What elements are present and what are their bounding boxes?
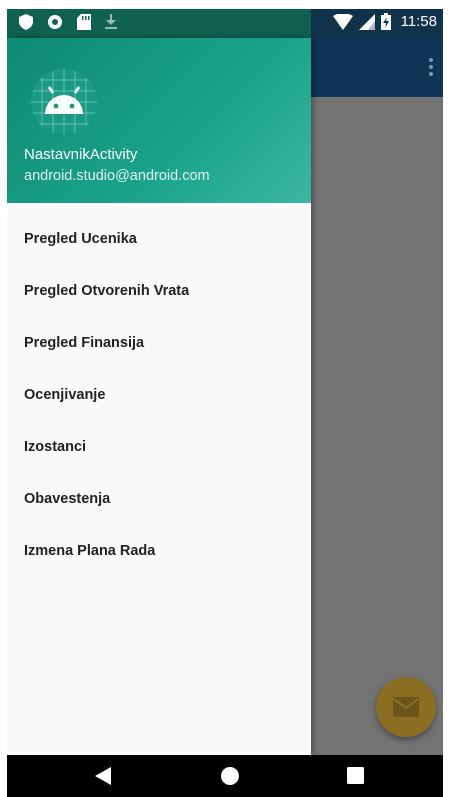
navigation-drawer: NastavnikActivity android.studio@android… [7, 38, 311, 755]
status-time: 11:58 [400, 13, 437, 30]
signal-icon [358, 13, 375, 30]
navigation-bar [7, 755, 443, 797]
drawer-header: NastavnikActivity android.studio@android… [7, 38, 311, 203]
menu-item-obavestenja[interactable]: Obavestenja [7, 473, 311, 525]
sd-card-icon [77, 14, 91, 30]
download-icon [105, 14, 117, 29]
menu-item-izostanci[interactable]: Izostanci [7, 421, 311, 473]
status-icons-right: 11:58 [332, 13, 437, 30]
menu-item-pregled-ucenika[interactable]: Pregled Ucenika [7, 213, 311, 265]
menu-item-pregled-otvorenih-vrata[interactable]: Pregled Otvorenih Vrata [7, 265, 311, 317]
drawer-header-email: android.studio@android.com [24, 168, 210, 184]
wifi-icon [332, 13, 353, 30]
drawer-header-title: NastavnikActivity [24, 146, 138, 163]
circle-icon [48, 15, 62, 29]
email-fab-button[interactable] [376, 677, 436, 737]
android-logo-icon [31, 69, 97, 135]
recents-icon[interactable] [347, 767, 364, 784]
menu-item-ocenjivanje[interactable]: Ocenjivanje [7, 369, 311, 421]
battery-icon [380, 13, 391, 30]
back-icon[interactable] [95, 767, 111, 785]
home-icon[interactable] [221, 767, 239, 785]
drawer-menu: Pregled Ucenika Pregled Otvorenih Vrata … [7, 203, 311, 577]
status-icons-left [19, 14, 117, 30]
menu-item-pregled-finansija[interactable]: Pregled Finansija [7, 317, 311, 369]
shield-icon [19, 14, 33, 30]
menu-item-izmena-plana-rada[interactable]: Izmena Plana Rada [7, 525, 311, 577]
more-vert-icon[interactable] [429, 58, 433, 76]
email-icon [393, 697, 419, 717]
phone-screen: 11:58 NastavnikActivity android.studio@a… [7, 9, 443, 797]
status-bar: 11:58 [7, 9, 443, 38]
